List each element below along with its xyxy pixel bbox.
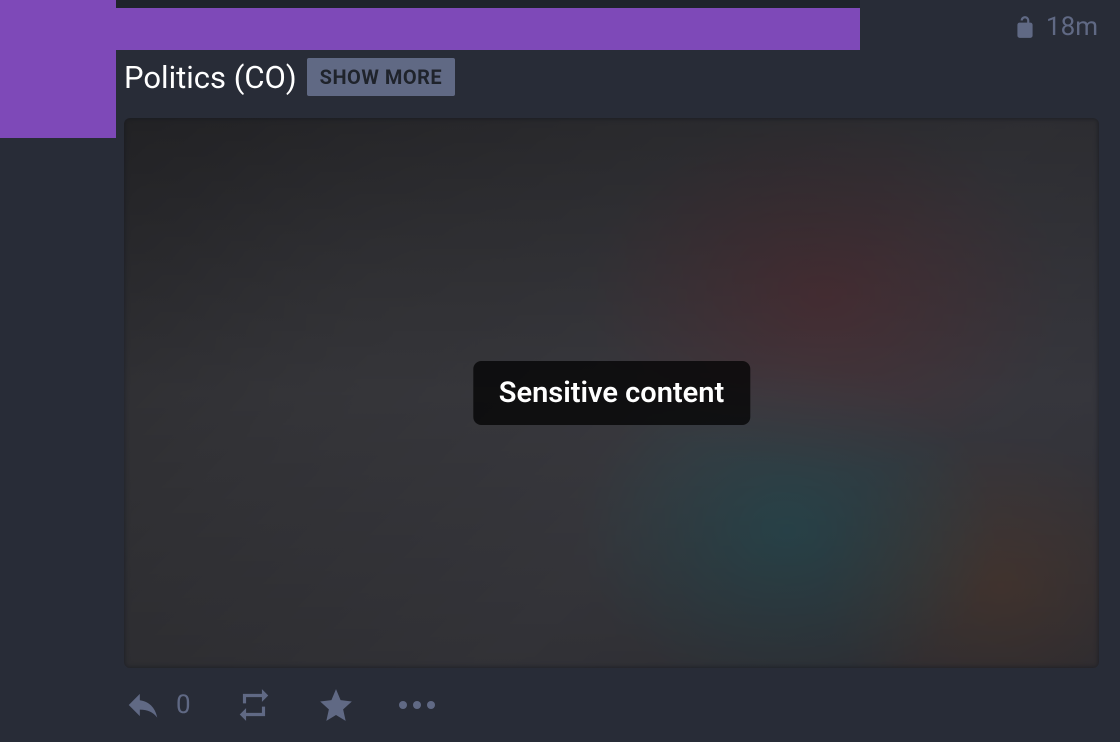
timestamp-text: 18m	[1046, 12, 1098, 42]
favorite-button[interactable]	[317, 686, 355, 724]
timestamp[interactable]: 18m	[1012, 12, 1098, 42]
boost-icon	[235, 686, 273, 724]
dot-icon	[399, 701, 407, 709]
reply-icon	[124, 686, 162, 724]
boost-button[interactable]	[235, 686, 273, 724]
media-attachment[interactable]: Sensitive content	[124, 118, 1099, 668]
show-more-button[interactable]: SHOW MORE	[307, 58, 456, 96]
display-name-bar[interactable]	[116, 8, 860, 50]
reply-button[interactable]: 0	[124, 686, 191, 724]
reply-count: 0	[176, 690, 191, 720]
avatar[interactable]	[0, 0, 116, 138]
star-icon	[317, 686, 355, 724]
dot-icon	[413, 701, 421, 709]
sensitive-content-label: Sensitive content	[473, 361, 750, 425]
action-bar: 0	[124, 686, 435, 724]
content-warning-text: Politics (CO)	[124, 59, 297, 96]
unlock-icon	[1012, 14, 1038, 40]
more-button[interactable]	[399, 701, 435, 709]
content-warning-row: Politics (CO) SHOW MORE	[124, 58, 455, 96]
dot-icon	[427, 701, 435, 709]
header-bar	[116, 0, 860, 8]
